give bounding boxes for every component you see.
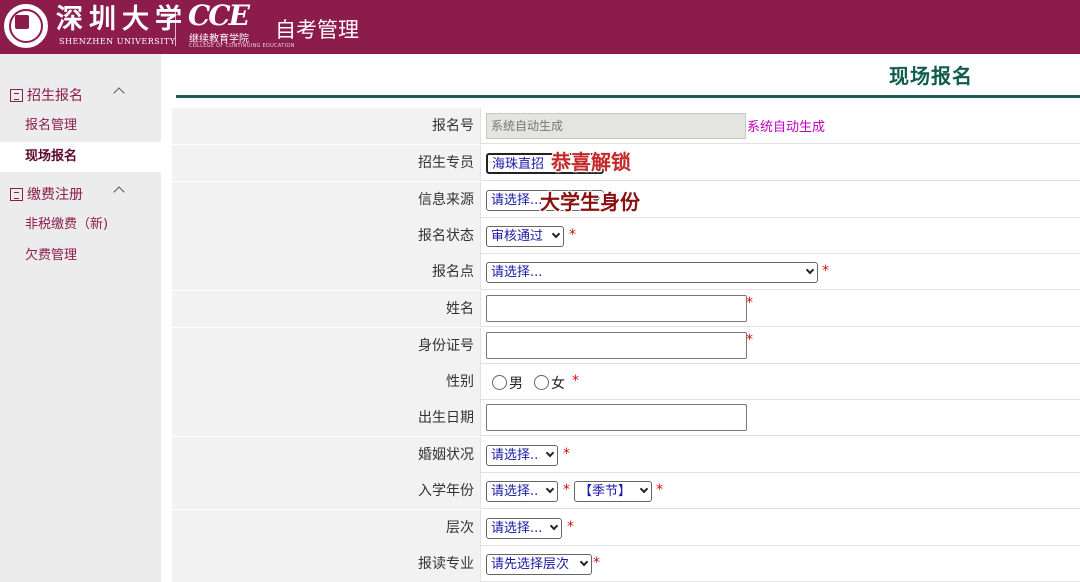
select-value: 请选择.. [491, 448, 539, 463]
sidebar-group-label: 缴费注册 [27, 187, 83, 203]
form-row-major: 报读专业 请先选择层次 * [172, 546, 1080, 582]
gender-female-radio[interactable] [534, 375, 549, 390]
enroll-year-select[interactable]: 请选择.. [486, 481, 558, 502]
required-marker: * [572, 373, 579, 389]
field-label: 婚姻状况 [172, 437, 481, 473]
university-seal-logo [4, 4, 48, 48]
sidebar-item-arrears-management[interactable]: 欠费管理 [0, 241, 161, 271]
required-marker: * [569, 227, 576, 243]
select-value: 审核通过 [491, 229, 544, 244]
chevron-down-icon [545, 448, 555, 458]
field-label: 信息来源 [172, 182, 481, 218]
college-logo: CCE [188, 0, 250, 32]
enrollment-no-input: 系统自动生成 [486, 113, 746, 139]
select-value: 海珠直招 [492, 157, 545, 172]
field-label: 报读专业 [172, 546, 481, 582]
form-row-level: 层次 请选择... * [172, 510, 1080, 546]
form-row-birthdate: 出生日期 [172, 400, 1080, 436]
name-input[interactable] [486, 295, 747, 322]
chevron-up-icon [113, 87, 125, 99]
chevron-down-icon [805, 265, 815, 275]
sidebar-group-enrollment[interactable]: 招生报名 [10, 84, 125, 106]
sidebar-group-label: 招生报名 [27, 88, 83, 104]
required-marker: * [563, 482, 570, 498]
enrollment-no-note: 系统自动生成 [747, 120, 826, 135]
field-label: 报名点 [172, 254, 481, 290]
status-select[interactable]: 审核通过 [486, 226, 564, 247]
select-value: 请选择... [491, 521, 543, 536]
field-label: 性别 [172, 364, 481, 400]
overlay-sticker-line1: 恭喜解锁 [551, 150, 631, 174]
required-marker: * [593, 555, 600, 571]
field-label: 招生专员 [172, 145, 481, 181]
required-marker: * [563, 446, 570, 462]
gender-male-radio[interactable] [492, 375, 507, 390]
level-select[interactable]: 请选择... [486, 518, 562, 539]
chevron-up-icon [113, 186, 125, 198]
chevron-down-icon [545, 484, 555, 494]
required-marker: * [746, 295, 753, 311]
select-value: 请选择.. [491, 484, 539, 499]
chevron-down-icon [579, 557, 589, 567]
chevron-down-icon [551, 229, 561, 239]
header-divider [175, 8, 176, 46]
site-select[interactable]: 请选择... [486, 262, 818, 283]
app-header: 深圳大学 SHENZHEN UNIVERSITY CCE 继续教育学院 COLL… [0, 0, 1080, 54]
marital-select[interactable]: 请选择.. [486, 445, 558, 466]
field-label: 入学年份 [172, 473, 481, 509]
birthdate-input[interactable] [486, 404, 747, 431]
required-marker: * [746, 332, 753, 348]
select-value: 【季节】 [579, 484, 632, 499]
season-select[interactable]: 【季节】 [574, 481, 652, 502]
chevron-down-icon [639, 484, 649, 494]
form-row-id-number: 身份证号 * [172, 328, 1080, 364]
field-label: 身份证号 [172, 328, 481, 364]
form-row-status: 报名状态 审核通过 * [172, 218, 1080, 254]
university-name-en: SHENZHEN UNIVERSITY [59, 37, 176, 46]
select-value: 请先选择层次 [491, 557, 570, 572]
sidebar: 招生报名 报名管理 现场报名 缴费注册 非税缴费（新) 欠费管理 [0, 54, 161, 582]
form-row-site: 报名点 请选择... * [172, 254, 1080, 290]
title-underline [176, 95, 1080, 98]
page-title: 现场报名 [889, 64, 973, 88]
document-icon [10, 88, 23, 102]
required-marker: * [822, 263, 829, 279]
form-row-marital: 婚姻状况 请选择.. * [172, 437, 1080, 473]
field-label: 报名号 [172, 108, 481, 144]
overlay-sticker-line2: 大学生身份 [540, 190, 640, 214]
form-row-gender: 性别 男 女 * [172, 364, 1080, 400]
gender-female-label: 女 [551, 376, 565, 392]
field-label: 出生日期 [172, 400, 481, 436]
select-value: 请选择... [491, 193, 543, 208]
required-marker: * [567, 519, 574, 535]
field-label: 报名状态 [172, 218, 481, 254]
ledger-icon [10, 187, 23, 201]
sidebar-item-nontax-payment[interactable]: 非税缴费（新) [0, 210, 161, 240]
chevron-down-icon [549, 521, 559, 531]
required-marker: * [656, 482, 663, 498]
form-row-enroll-year: 入学年份 请选择.. * 【季节】 * [172, 473, 1080, 509]
select-value: 请选择... [491, 265, 543, 280]
sidebar-item-onsite-enrollment[interactable]: 现场报名 [0, 142, 161, 172]
form-row-name: 姓名 * [172, 291, 1080, 327]
form-row-enrollment-no: 报名号 系统自动生成 系统自动生成 [172, 108, 1080, 144]
sidebar-item-enrollment-management[interactable]: 报名管理 [0, 111, 161, 141]
id-number-input[interactable] [486, 332, 747, 359]
field-label: 层次 [172, 510, 481, 546]
app-title: 自考管理 [275, 18, 359, 42]
field-label: 姓名 [172, 291, 481, 327]
sidebar-group-payment[interactable]: 缴费注册 [10, 183, 125, 205]
gender-male-label: 男 [509, 376, 523, 392]
major-select[interactable]: 请先选择层次 [486, 554, 592, 575]
university-name: 深圳大学 [56, 4, 188, 35]
